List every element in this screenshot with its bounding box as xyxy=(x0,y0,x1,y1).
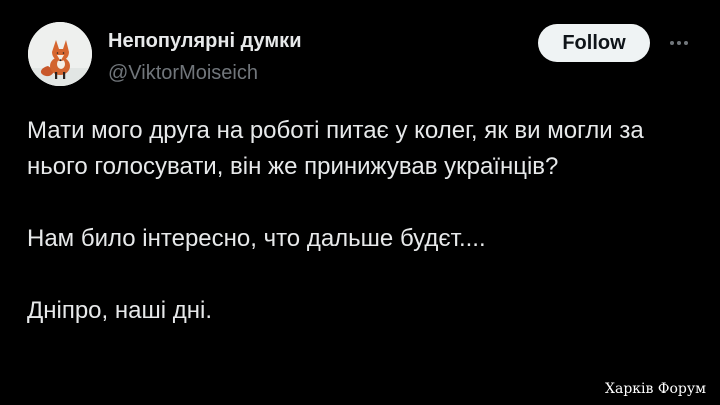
display-name[interactable]: Непопулярні думки xyxy=(108,28,302,54)
tweet-text: Мати мого друга на роботі питає у колег,… xyxy=(27,113,697,329)
fox-avatar-icon xyxy=(28,22,92,86)
tweet-paragraph: Дніпро, наші дні. xyxy=(27,297,212,324)
tweet: Непопулярні думки @ViktorMoiseich Follow… xyxy=(0,0,720,405)
tweet-paragraph: Нам било інтересно, что дальше будєт.... xyxy=(27,225,486,252)
more-horizontal-icon[interactable] xyxy=(664,28,694,58)
follow-button[interactable]: Follow xyxy=(538,24,650,62)
tweet-paragraph: Мати мого друга на роботі питає у колег,… xyxy=(27,117,651,180)
user-handle[interactable]: @ViktorMoiseich xyxy=(108,60,302,86)
avatar[interactable] xyxy=(28,22,92,86)
watermark: Харків Форум xyxy=(605,381,706,397)
author-info: Непопулярні думки @ViktorMoiseich xyxy=(108,28,302,86)
